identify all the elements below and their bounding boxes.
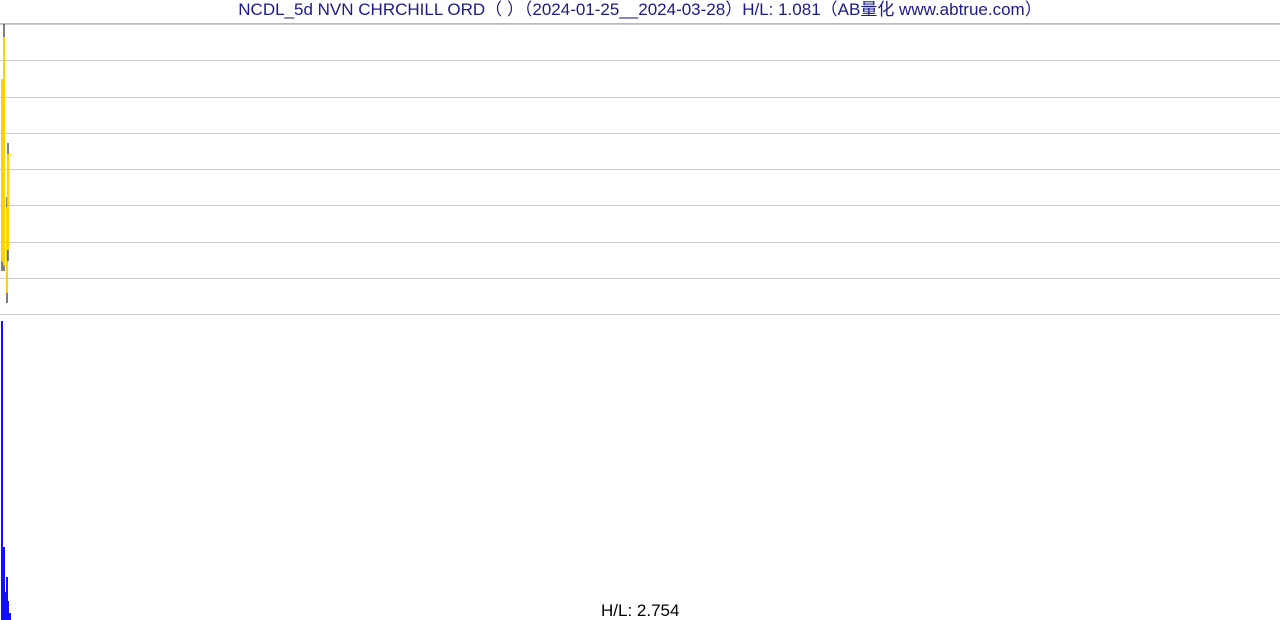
volume-panel: H/L: 2.754 (0, 314, 1280, 620)
price-gridline (0, 97, 1280, 98)
volume-hl-label: H/L: 2.754 (601, 601, 679, 620)
price-gridline (0, 24, 1280, 25)
candle (9, 24, 11, 314)
price-gridline (0, 169, 1280, 170)
volume-bar (9, 613, 11, 620)
price-gridline (0, 242, 1280, 243)
price-gridline (0, 278, 1280, 279)
price-gridline (0, 60, 1280, 61)
price-panel (0, 23, 1280, 314)
price-gridline (0, 133, 1280, 134)
price-gridline (0, 205, 1280, 206)
chart-title: NCDL_5d NVN CHRCHILL ORD（ ）（2024-01-25__… (0, 0, 1280, 23)
